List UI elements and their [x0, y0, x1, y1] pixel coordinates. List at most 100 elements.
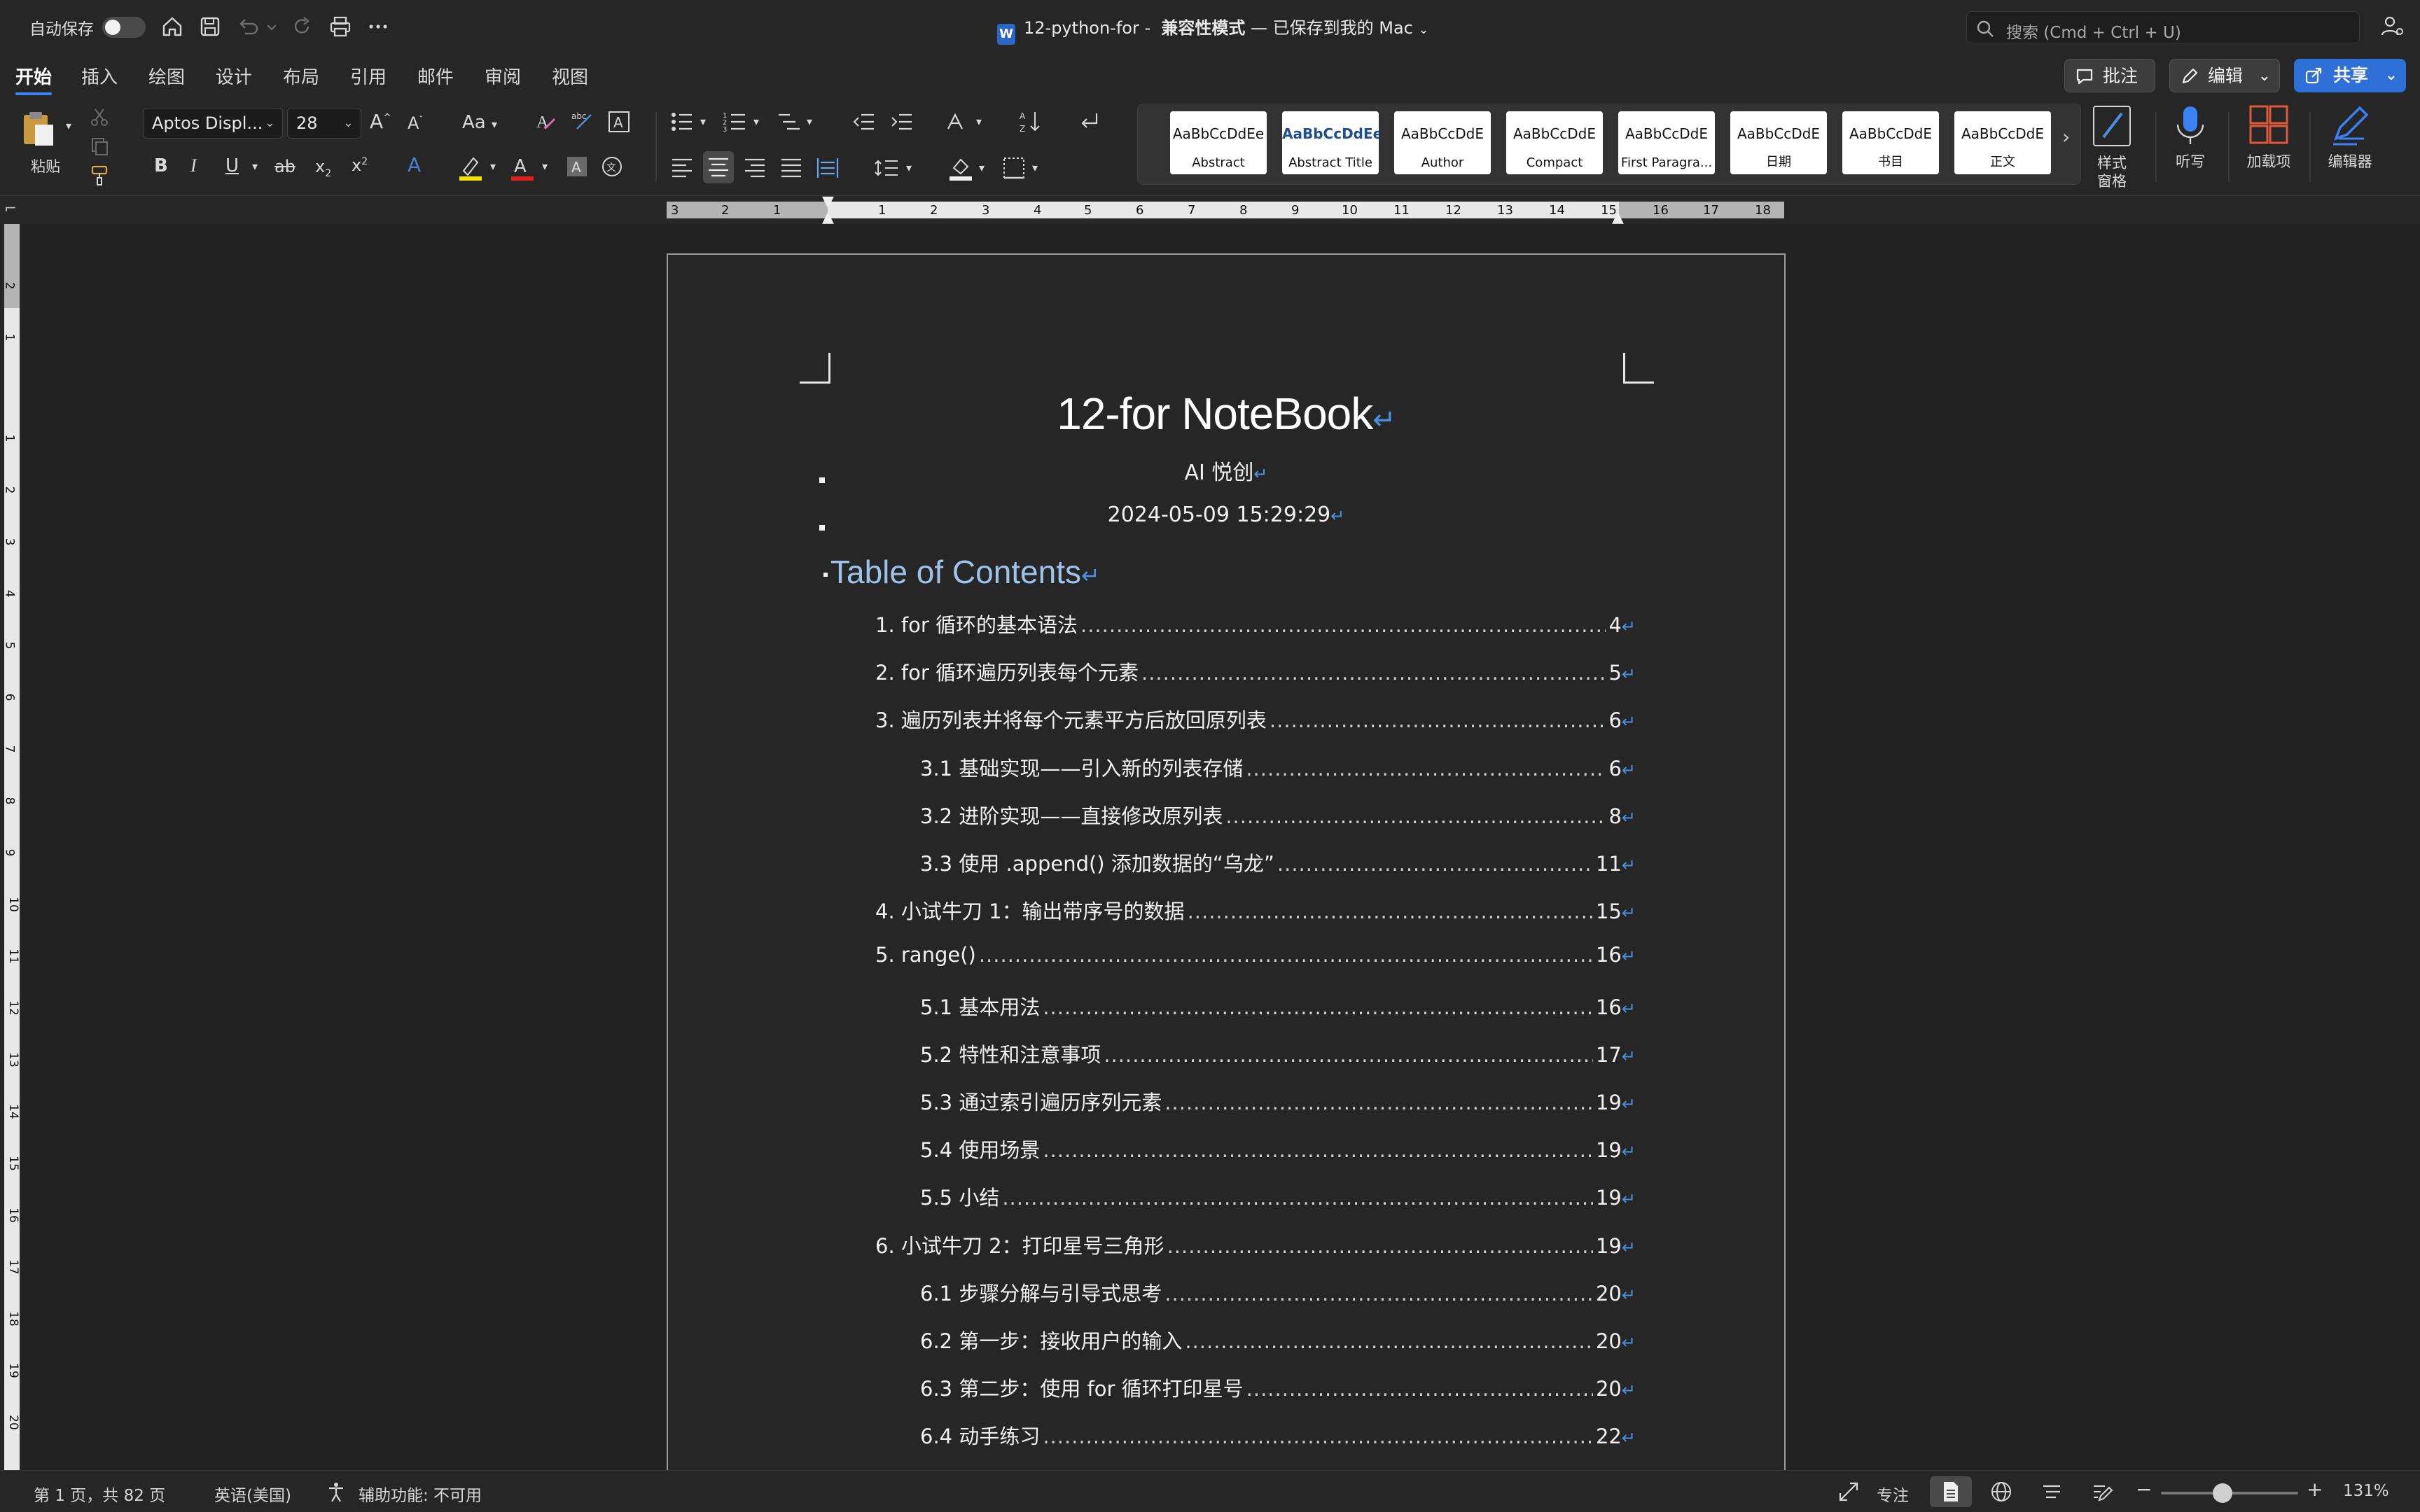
toc-entry[interactable]: 1. for 循环的基本语法 4↵: [875, 609, 1636, 638]
bullets-dropdown-icon[interactable]: ▾: [700, 116, 706, 127]
search-input[interactable]: 搜索 (Cmd + Ctrl + U): [1966, 11, 2360, 43]
style-card-abstract[interactable]: AaBbCcDdEe Abstract: [1170, 111, 1267, 174]
focus-icon[interactable]: [1837, 1480, 1860, 1506]
increase-indent-icon[interactable]: [889, 109, 915, 138]
show-formatting-icon[interactable]: [1077, 109, 1102, 138]
chevron-right-icon[interactable]: ›: [2062, 125, 2070, 148]
share-button[interactable]: 共享 ⌄: [2294, 59, 2406, 92]
zoom-in-button[interactable]: +: [2307, 1478, 2323, 1501]
web-layout-icon[interactable]: [1990, 1480, 2012, 1506]
font-size-select[interactable]: 28 ⌄: [287, 108, 361, 139]
zoom-slider-thumb[interactable]: [2213, 1483, 2232, 1503]
print-icon[interactable]: [326, 13, 354, 41]
toc-entry[interactable]: 5.5 小结 19↵: [920, 1182, 1636, 1211]
add-ins-button[interactable]: 加载项: [2234, 104, 2304, 186]
font-color-dropdown-icon[interactable]: ▾: [542, 161, 548, 172]
style-card-author[interactable]: AaBbCcDdE Author: [1394, 111, 1491, 174]
paste-dropdown-icon[interactable]: ▾: [66, 120, 71, 132]
focus-label[interactable]: 专注: [1877, 1482, 1909, 1506]
shading-dropdown-icon[interactable]: ▾: [979, 162, 985, 174]
toc-entry[interactable]: 5.4 使用场景 19↵: [920, 1134, 1636, 1163]
tab-home[interactable]: 开始: [15, 63, 53, 95]
language-indicator[interactable]: 英语(美国): [214, 1482, 291, 1506]
document-title[interactable]: W 12-python-for - 兼容性模式 — 已保存到我的 Mac ⌄: [997, 14, 1429, 45]
redo-icon[interactable]: [288, 13, 317, 41]
tab-references[interactable]: 引用: [350, 63, 387, 89]
phonetic-guide-icon[interactable]: 文: [601, 155, 623, 181]
tab-insert[interactable]: 插入: [81, 63, 118, 89]
styles-pane-button[interactable]: 样式 窗格: [2077, 104, 2147, 190]
toc-heading[interactable]: Table of Contents↵: [830, 553, 1100, 591]
vertical-ruler[interactable]: 2 1 1 2 3 4 5 6 7 8 9 10 11 12 13 14 15 16 17 18 19 20: [0, 224, 21, 1470]
toc-entry[interactable]: 5.1 基本用法 16↵: [920, 991, 1636, 1021]
decrease-indent-icon[interactable]: [851, 109, 877, 138]
toc-entry[interactable]: 6. 小试牛刀 2：打印星号三角形 19↵: [875, 1230, 1636, 1259]
right-indent-marker[interactable]: ▲: [1612, 209, 1624, 226]
tab-layout[interactable]: 布局: [283, 63, 319, 89]
toc-entry[interactable]: 5. range() 16↵: [875, 943, 1636, 967]
edit-mode-button[interactable]: 编辑 ⌄: [2169, 59, 2280, 92]
numbering-dropdown-icon[interactable]: ▾: [753, 116, 759, 127]
undo-icon[interactable]: [234, 13, 262, 41]
underline-button[interactable]: U: [225, 157, 239, 175]
toc-entry[interactable]: 5.3 通过索引遍历序列元素 19↵: [920, 1086, 1636, 1116]
toc-entry[interactable]: 3.1 基础实现——引入新的列表存储 6↵: [920, 752, 1636, 782]
page-count[interactable]: 第 1 页，共 82 页: [34, 1482, 165, 1506]
align-center-icon[interactable]: [703, 151, 734, 183]
more-icon[interactable]: [364, 13, 392, 41]
borders-icon[interactable]: [1001, 155, 1027, 184]
zoom-out-button[interactable]: −: [2136, 1478, 2152, 1501]
tab-review[interactable]: 审阅: [485, 63, 521, 89]
line-spacing-dropdown-icon[interactable]: ▾: [906, 162, 912, 174]
bullets-icon[interactable]: [669, 109, 695, 138]
copy-icon[interactable]: [88, 134, 111, 160]
font-color-icon[interactable]: A: [510, 154, 535, 186]
borders-dropdown-icon[interactable]: ▾: [1032, 162, 1038, 174]
toc-entry[interactable]: 3.3 使用 .append() 添加数据的“乌龙” 11↵: [920, 848, 1636, 877]
multilevel-list-icon[interactable]: [776, 109, 801, 138]
dictate-button[interactable]: 听写: [2155, 104, 2225, 186]
highlight-color-icon[interactable]: [458, 154, 483, 186]
outline-view-icon[interactable]: [2040, 1480, 2063, 1506]
highlight-dropdown-icon[interactable]: ▾: [490, 161, 496, 172]
toc-entry[interactable]: 6.3 第二步：使用 for 循环打印星号 20↵: [920, 1373, 1636, 1402]
accessibility-icon[interactable]: [325, 1480, 347, 1506]
tab-design[interactable]: 设计: [216, 63, 252, 89]
tab-view[interactable]: 视图: [552, 63, 588, 89]
underline-dropdown-icon[interactable]: ▾: [252, 161, 258, 172]
format-painter-icon[interactable]: [88, 164, 111, 190]
numbering-icon[interactable]: 123: [723, 109, 748, 138]
font-name-select[interactable]: Aptos Displ... ⌄: [143, 108, 283, 139]
italic-button[interactable]: I: [190, 157, 197, 175]
tab-mailings[interactable]: 邮件: [417, 63, 454, 89]
shading-icon[interactable]: [948, 154, 976, 186]
subscript-button[interactable]: x2: [315, 158, 331, 178]
toc-entry[interactable]: 5.2 特性和注意事项 17↵: [920, 1039, 1636, 1068]
zoom-level[interactable]: 131%: [2343, 1482, 2389, 1500]
document-heading[interactable]: 12-for NoteBook↵: [668, 388, 1784, 440]
editor-button[interactable]: 编辑器: [2315, 104, 2385, 186]
undo-dropdown-icon[interactable]: [263, 13, 280, 41]
autosave-toggle[interactable]: [102, 17, 146, 38]
superscript-button[interactable]: x2: [352, 157, 368, 174]
line-spacing-icon[interactable]: [874, 155, 899, 184]
strikethrough-button[interactable]: ab: [274, 158, 295, 175]
style-card-body-text[interactable]: AaBbCcDdE 正文: [1954, 111, 2051, 174]
change-case-button[interactable]: Aa ▾: [462, 113, 497, 132]
style-card-bibliography[interactable]: AaBbCcDdE 书目: [1842, 111, 1939, 174]
shrink-font-button[interactable]: Aˇ: [408, 115, 423, 132]
toc-entry[interactable]: 4. 小试牛刀 1：输出带序号的数据 15↵: [875, 895, 1636, 925]
toc-entry[interactable]: 6.1 步骤分解与引导式思考 20↵: [920, 1278, 1636, 1307]
toc-entry[interactable]: 6.2 第一步：接收用户的输入 20↵: [920, 1325, 1636, 1354]
paste-button[interactable]: [18, 108, 60, 153]
accessibility-status[interactable]: 辅助功能: 不可用: [359, 1482, 482, 1506]
style-card-first-paragraph[interactable]: AaBbCcDdE First Paragra...: [1618, 111, 1715, 174]
text-box-icon[interactable]: A: [606, 109, 632, 138]
print-layout-icon[interactable]: [1940, 1480, 1962, 1506]
clear-formatting-icon[interactable]: A: [534, 109, 559, 138]
align-right-icon[interactable]: [742, 155, 767, 184]
style-card-date[interactable]: AaBbCcDdE 日期: [1730, 111, 1827, 174]
tab-stop-selector-icon[interactable]: ⌐: [4, 200, 17, 218]
multilevel-dropdown-icon[interactable]: ▾: [807, 116, 812, 127]
align-left-icon[interactable]: [669, 155, 695, 184]
